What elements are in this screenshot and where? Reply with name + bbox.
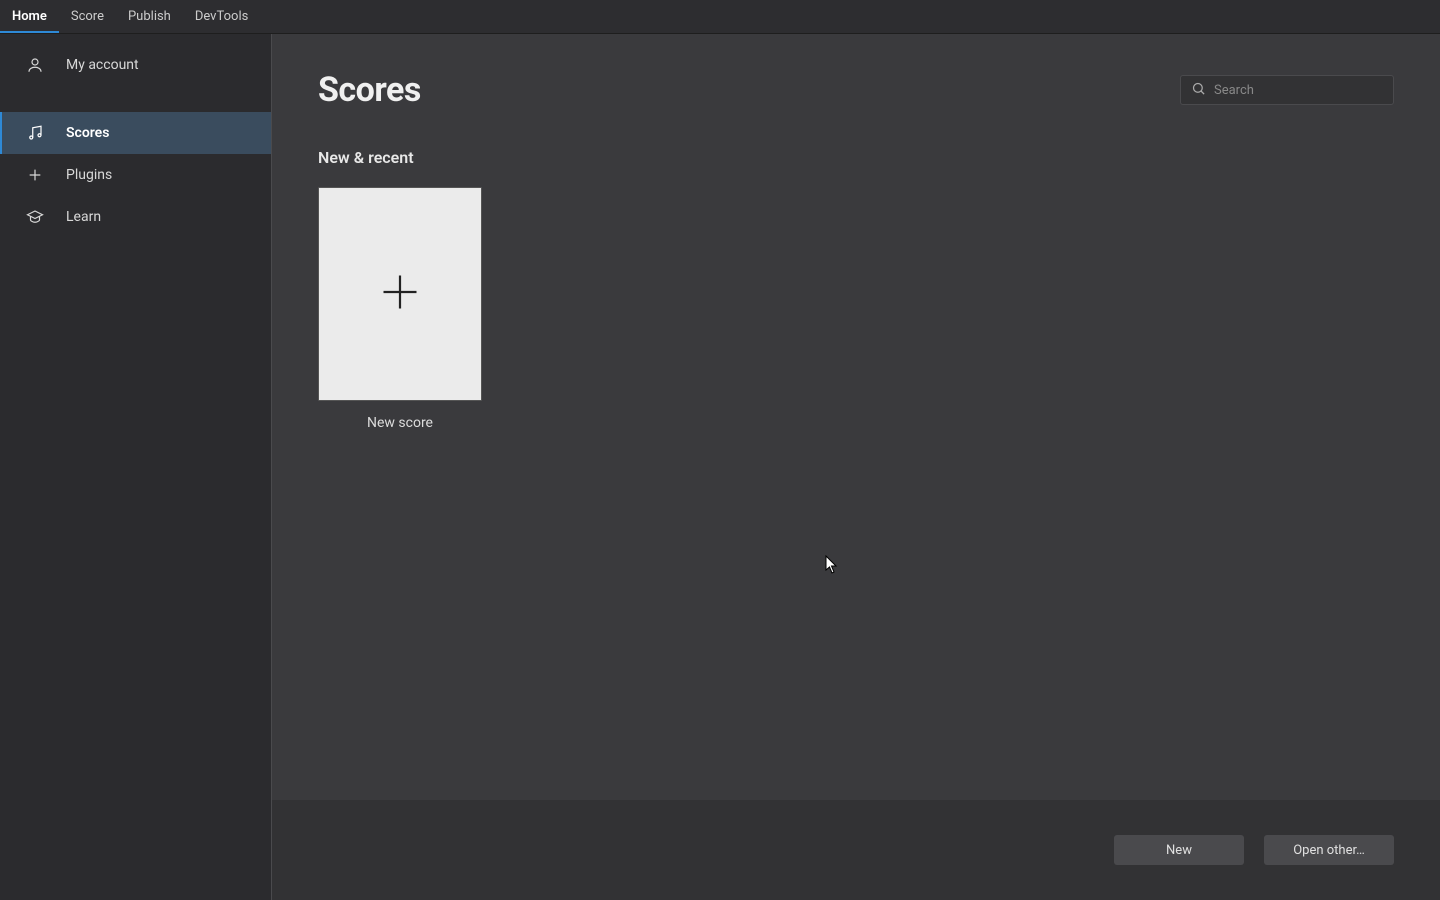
sidebar-spacer xyxy=(0,86,271,112)
new-score-card[interactable]: New score xyxy=(318,187,482,431)
person-icon xyxy=(26,56,44,74)
menu-devtools[interactable]: DevTools xyxy=(183,0,260,33)
learn-icon xyxy=(26,208,44,226)
sidebar-item-label: Learn xyxy=(66,209,101,225)
footer-bar: New Open other… xyxy=(272,800,1440,900)
menubar: Home Score Publish DevTools xyxy=(0,0,1440,34)
menu-label: DevTools xyxy=(195,9,248,24)
sidebar-item-label: Scores xyxy=(66,125,109,141)
sidebar-item-learn[interactable]: Learn xyxy=(0,196,271,238)
main-content: Scores New & recent xyxy=(272,34,1440,800)
main-header: Scores xyxy=(318,70,1394,110)
search-icon xyxy=(1191,81,1206,100)
menu-label: Score xyxy=(71,9,104,24)
sidebar-item-label: My account xyxy=(66,57,139,73)
menu-publish[interactable]: Publish xyxy=(116,0,183,33)
new-score-thumb xyxy=(318,187,482,401)
music-note-icon xyxy=(26,124,44,142)
sidebar-item-scores[interactable]: Scores xyxy=(0,112,271,154)
sidebar-item-account[interactable]: My account xyxy=(0,44,271,86)
new-score-label: New score xyxy=(318,415,482,431)
search-box[interactable] xyxy=(1180,75,1394,105)
plus-large-icon xyxy=(378,270,422,318)
search-input[interactable] xyxy=(1214,83,1383,98)
plus-icon xyxy=(26,166,44,184)
app-body: My account Scores Plugins xyxy=(0,34,1440,900)
open-other-button[interactable]: Open other… xyxy=(1264,835,1394,865)
sidebar-item-label: Plugins xyxy=(66,167,112,183)
sidebar: My account Scores Plugins xyxy=(0,34,272,900)
new-button[interactable]: New xyxy=(1114,835,1244,865)
menu-label: Publish xyxy=(128,9,171,24)
menu-label: Home xyxy=(12,9,47,24)
section-title: New & recent xyxy=(318,148,1394,167)
main: Scores New & recent xyxy=(272,34,1440,900)
page-title: Scores xyxy=(318,70,421,110)
menu-home[interactable]: Home xyxy=(0,0,59,33)
score-grid: New score xyxy=(318,187,1394,431)
menu-score[interactable]: Score xyxy=(59,0,116,33)
sidebar-item-plugins[interactable]: Plugins xyxy=(0,154,271,196)
